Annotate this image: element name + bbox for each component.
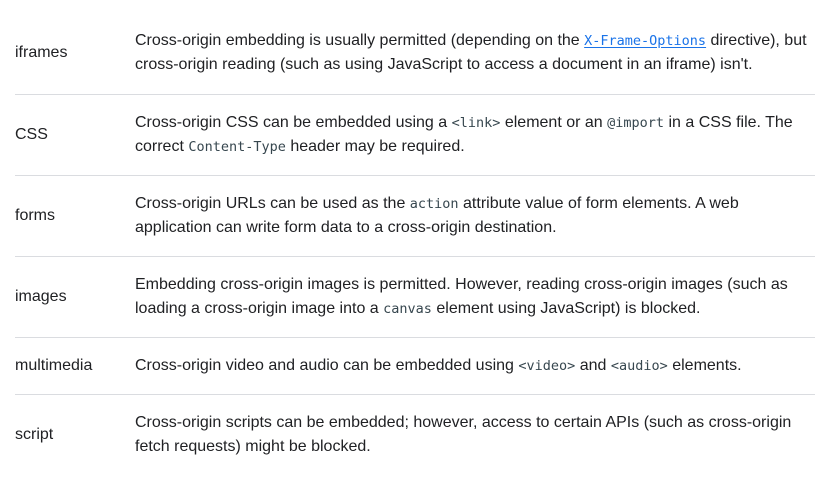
description-text: Cross-origin video and audio can be embe…	[135, 357, 519, 374]
term-forms: forms	[15, 207, 55, 224]
term-images: images	[15, 288, 67, 305]
table-row-multimedia: multimedia Cross-origin video and audio …	[15, 338, 815, 395]
x-frame-options-link[interactable]: X-Frame-Options	[584, 33, 706, 49]
content-type-code: Content-Type	[188, 139, 286, 155]
term-script: script	[15, 426, 54, 443]
description-multimedia: Cross-origin video and audio can be embe…	[135, 354, 815, 378]
canvas-code: canvas	[383, 301, 432, 317]
link-element-code: <link>	[451, 115, 501, 131]
table-row-images: images Embedding cross-origin images is …	[15, 257, 815, 338]
description-text: and	[575, 357, 611, 374]
description-text: element or an	[500, 114, 608, 131]
table-row-css: CSS Cross-origin CSS can be embedded usi…	[15, 95, 815, 176]
description-script: Cross-origin scripts can be embedded; ho…	[135, 411, 815, 459]
description-text: element using JavaScript) is blocked.	[431, 300, 701, 317]
import-code: @import	[607, 115, 665, 131]
table-row-iframes: iframes Cross-origin embedding is usuall…	[15, 11, 815, 95]
cross-origin-resources-table: iframes Cross-origin embedding is usuall…	[15, 11, 815, 475]
description-text: header may be required.	[285, 138, 465, 155]
description-iframes: Cross-origin embedding is usually permit…	[135, 29, 815, 77]
table-row-forms: forms Cross-origin URLs can be used as t…	[15, 176, 815, 257]
video-element-code: <video>	[518, 358, 576, 374]
audio-element-code: <audio>	[610, 358, 668, 374]
term-iframes: iframes	[15, 43, 68, 61]
description-text: Cross-origin embedding is usually permit…	[135, 31, 585, 49]
description-text: Cross-origin scripts can be embedded; ho…	[135, 414, 792, 455]
description-text: Cross-origin CSS can be embedded using a	[135, 114, 452, 131]
description-text: elements.	[667, 357, 742, 374]
action-code: action	[409, 196, 459, 212]
description-css: Cross-origin CSS can be embedded using a…	[135, 111, 815, 159]
term-css: CSS	[15, 126, 48, 143]
table-row-script: script Cross-origin scripts can be embed…	[15, 395, 815, 475]
term-multimedia: multimedia	[15, 357, 93, 374]
description-forms: Cross-origin URLs can be used as the act…	[135, 192, 815, 240]
description-text: Cross-origin URLs can be used as the	[135, 195, 410, 212]
description-images: Embedding cross-origin images is permitt…	[135, 273, 815, 321]
